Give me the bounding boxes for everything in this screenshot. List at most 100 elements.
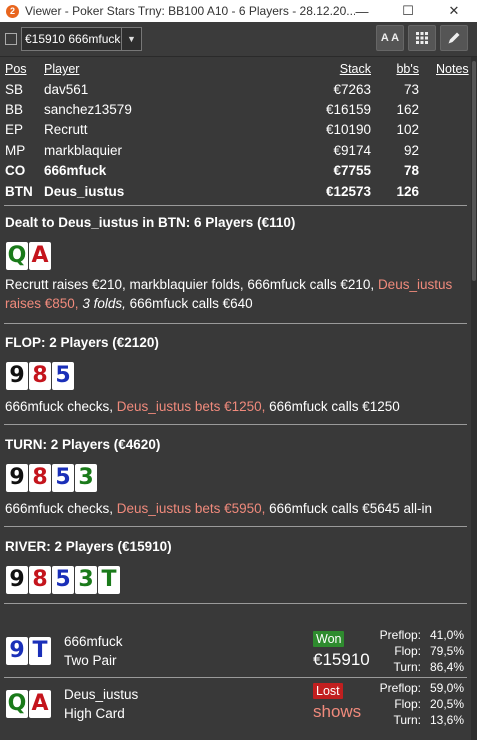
divider bbox=[4, 323, 467, 324]
hand-history-panel: Pos Player Stack bb's Notes SB dav561 €726… bbox=[0, 57, 477, 740]
player-bbs: 92 bbox=[403, 142, 419, 158]
player-row[interactable]: BB sanchez13579 €16159 162 bbox=[0, 99, 471, 119]
hero-action-text: Deus_iustus bets €1250, bbox=[116, 399, 266, 414]
divider bbox=[4, 424, 467, 425]
river-cards: 9853T bbox=[6, 566, 121, 594]
player-pos: EP bbox=[5, 122, 24, 138]
edit-button[interactable] bbox=[440, 25, 468, 51]
player-name: Recrutt bbox=[44, 122, 88, 138]
won-badge: Won bbox=[313, 631, 345, 647]
title-bar: 2 Viewer - Poker Stars Trny: BB100 A10 -… bbox=[0, 0, 477, 22]
playing-card: 9 bbox=[6, 362, 28, 390]
lost-badge: Lost bbox=[313, 683, 343, 699]
grid-icon bbox=[416, 32, 428, 44]
showdown-cards: QA bbox=[6, 690, 52, 718]
hero-cards: QA bbox=[6, 242, 52, 270]
header-notes[interactable]: Notes bbox=[436, 62, 469, 76]
won-amount: €15910 bbox=[313, 650, 370, 669]
stat-value: 86,4% bbox=[429, 660, 464, 674]
player-row[interactable]: BTN Deus_iustus €12573 126 bbox=[0, 181, 471, 201]
header-stack[interactable]: Stack bbox=[340, 62, 371, 76]
playing-card: 5 bbox=[52, 566, 74, 594]
shows-text: shows bbox=[313, 702, 362, 721]
app-icon: 2 bbox=[6, 4, 19, 18]
stat-label: Flop: bbox=[394, 697, 421, 711]
select-checkbox[interactable] bbox=[5, 33, 17, 45]
toolbar: €15910 666mfuck ▼ A A bbox=[0, 22, 477, 57]
player-stack: €7263 bbox=[333, 81, 371, 97]
player-name: dav561 bbox=[44, 81, 89, 97]
playing-card: 9 bbox=[6, 566, 28, 594]
scrollbar-thumb[interactable] bbox=[472, 61, 476, 281]
player-name: 666mfuck bbox=[44, 163, 107, 179]
hand-select-dropdown[interactable]: €15910 666mfuck ▼ bbox=[21, 27, 142, 51]
playing-card: 9 bbox=[6, 464, 28, 492]
player-bbs: 78 bbox=[403, 163, 419, 179]
result-hand: Two Pair bbox=[64, 653, 117, 668]
playing-card: T bbox=[29, 637, 51, 665]
player-stack: €7755 bbox=[333, 163, 371, 179]
playing-card: 9 bbox=[6, 637, 28, 665]
playing-card: 8 bbox=[29, 362, 51, 390]
playing-card: 5 bbox=[52, 362, 74, 390]
minimize-button[interactable]: — bbox=[339, 0, 385, 22]
player-stack: €16159 bbox=[325, 101, 371, 117]
grid-button[interactable] bbox=[408, 25, 436, 51]
font-size-button[interactable]: A A bbox=[376, 25, 404, 51]
header-bbs[interactable]: bb's bbox=[396, 62, 419, 76]
close-button[interactable]: ✕ bbox=[431, 0, 477, 22]
playing-card: A bbox=[29, 242, 51, 270]
flop-cards: 985 bbox=[6, 362, 75, 390]
playing-card: 8 bbox=[29, 464, 51, 492]
stat-value: 79,5% bbox=[429, 644, 464, 658]
stat-label: Preflop: bbox=[379, 628, 421, 642]
players-table-header: Pos Player Stack bb's Notes bbox=[0, 59, 471, 79]
player-row[interactable]: EP Recrutt €10190 102 bbox=[0, 120, 471, 140]
playing-card: 8 bbox=[29, 566, 51, 594]
stat-value: 13,6% bbox=[429, 713, 464, 727]
turn-actions: 666mfuck checks, Deus_iustus bets €5950,… bbox=[5, 499, 467, 518]
player-bbs: 126 bbox=[396, 183, 419, 199]
divider bbox=[4, 526, 467, 527]
player-pos: BTN bbox=[5, 183, 33, 199]
hand-select-value: €15910 666mfuck bbox=[25, 32, 121, 46]
player-bbs: 102 bbox=[396, 122, 419, 138]
divider bbox=[4, 603, 467, 604]
player-row[interactable]: CO 666mfuck €7755 78 bbox=[0, 161, 471, 181]
stat-label: Preflop: bbox=[379, 681, 421, 695]
result-player: 666mfuck bbox=[64, 634, 123, 649]
playing-card: Q bbox=[6, 690, 28, 718]
maximize-button[interactable]: ☐ bbox=[385, 0, 431, 22]
header-player[interactable]: Player bbox=[44, 62, 79, 76]
stat-label: Turn: bbox=[393, 713, 421, 727]
player-pos: BB bbox=[5, 101, 24, 117]
player-stack: €10190 bbox=[325, 122, 371, 138]
header-pos[interactable]: Pos bbox=[5, 62, 27, 76]
turn-cards: 9853 bbox=[6, 464, 98, 492]
action-text: 666mfuck calls €1250 bbox=[265, 399, 400, 414]
folds-text: 3 folds, bbox=[82, 296, 126, 311]
player-row[interactable]: MP markblaquier €9174 92 bbox=[0, 140, 471, 160]
action-text: 666mfuck calls €640 bbox=[125, 296, 253, 311]
player-row[interactable]: SB dav561 €7263 73 bbox=[0, 79, 471, 99]
flop-actions: 666mfuck checks, Deus_iustus bets €1250,… bbox=[5, 397, 467, 416]
player-pos: SB bbox=[5, 81, 24, 97]
action-text: 666mfuck calls €5645 all-in bbox=[265, 501, 432, 516]
pencil-icon bbox=[448, 32, 460, 44]
playing-card: T bbox=[98, 566, 120, 594]
divider bbox=[4, 205, 467, 206]
action-text: 666mfuck checks, bbox=[5, 399, 117, 414]
preflop-actions: Recrutt raises €210, markblaquier folds,… bbox=[5, 275, 467, 313]
stat-value: 41,0% bbox=[429, 628, 464, 642]
turn-title: TURN: 2 Players (€4620) bbox=[5, 437, 161, 452]
player-bbs: 73 bbox=[403, 81, 419, 97]
player-bbs: 162 bbox=[396, 101, 419, 117]
scrollbar[interactable] bbox=[471, 57, 477, 740]
playing-card: 5 bbox=[52, 464, 74, 492]
player-name: Deus_iustus bbox=[44, 183, 125, 199]
result-hand: High Card bbox=[64, 706, 125, 721]
stat-label: Flop: bbox=[394, 644, 421, 658]
chevron-down-icon[interactable]: ▼ bbox=[121, 28, 141, 50]
preflop-title: Dealt to Deus_iustus in BTN: 6 Players (… bbox=[5, 215, 296, 230]
flop-title: FLOP: 2 Players (€2120) bbox=[5, 335, 159, 350]
